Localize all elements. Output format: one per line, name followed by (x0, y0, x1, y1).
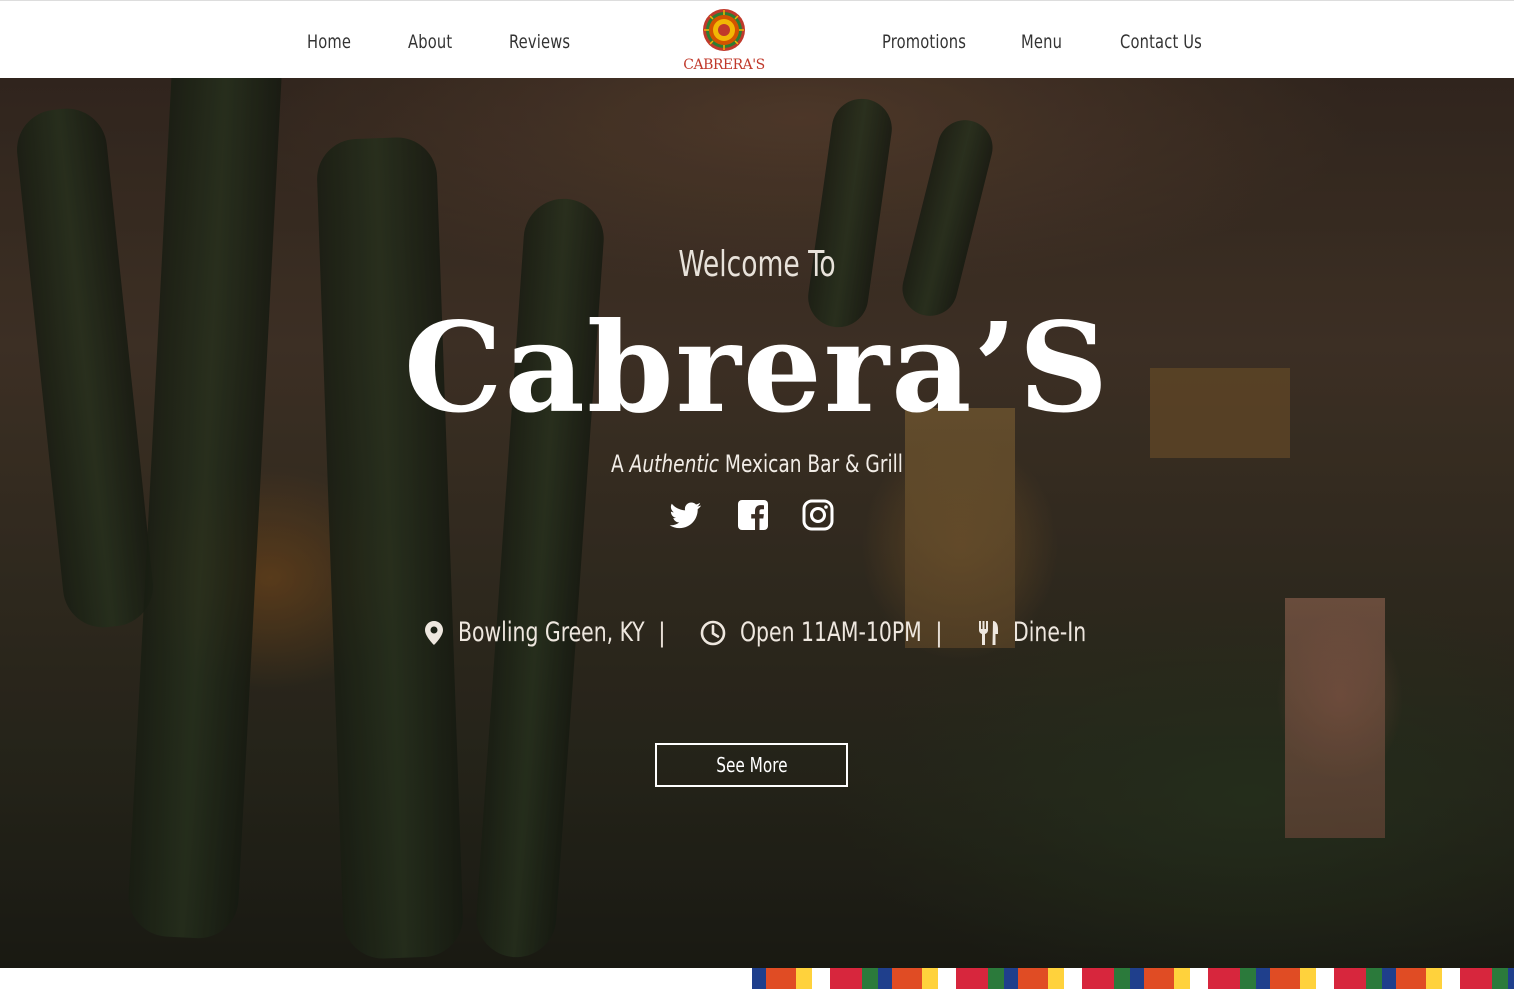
nav-link-reviews[interactable]: Reviews (509, 1, 570, 79)
clock-icon (700, 620, 726, 646)
nav-link-home[interactable]: Home (307, 1, 351, 79)
see-more-button[interactable]: See More (655, 743, 848, 787)
instagram-link[interactable] (800, 497, 836, 533)
utensils-icon (979, 621, 998, 645)
twitter-icon (669, 502, 701, 529)
welcome-heading: Welcome To (678, 244, 836, 285)
hours-text: Open 11AM-10PM (740, 617, 922, 648)
logo-wordmark: CABRERA'S (683, 57, 765, 73)
tagline: A Authentic Mexican Bar & Grill (106, 450, 1408, 478)
top-navbar: Home About Reviews CABRERA'S Promotions … (0, 0, 1514, 78)
see-more-label: See More (715, 753, 788, 777)
info-bar: Bowling Green, KY | Open 11AM-10PM | Din… (0, 615, 1514, 651)
nav-link-about[interactable]: About (408, 1, 452, 79)
nav-link-contact-us[interactable]: Contact Us (1120, 1, 1202, 79)
info-separator: | (658, 618, 666, 648)
info-separator: | (935, 618, 943, 648)
tagline-suffix: Mexican Bar & Grill (724, 450, 903, 478)
hero-banner: Welcome To Cabrera’S A Authentic Mexican… (0, 78, 1514, 968)
social-links (0, 497, 1514, 533)
tagline-prefix: A (611, 450, 624, 478)
tagline-emphasis: Authentic (629, 450, 720, 478)
service-text: Dine-In (1013, 617, 1087, 648)
twitter-link[interactable] (667, 497, 703, 533)
nav-link-menu[interactable]: Menu (1021, 1, 1062, 79)
facebook-link[interactable] (735, 497, 771, 533)
nav-link-promotions[interactable]: Promotions (882, 1, 966, 79)
location-text: Bowling Green, KY (458, 617, 645, 648)
site-logo[interactable]: CABRERA'S (680, 6, 768, 76)
map-pin-icon (425, 621, 443, 645)
decorative-pattern-strip (752, 968, 1514, 989)
brand-title: Cabrera’S (403, 296, 1111, 441)
instagram-icon (802, 499, 834, 531)
facebook-icon (738, 500, 768, 530)
next-section-blank (0, 968, 752, 989)
